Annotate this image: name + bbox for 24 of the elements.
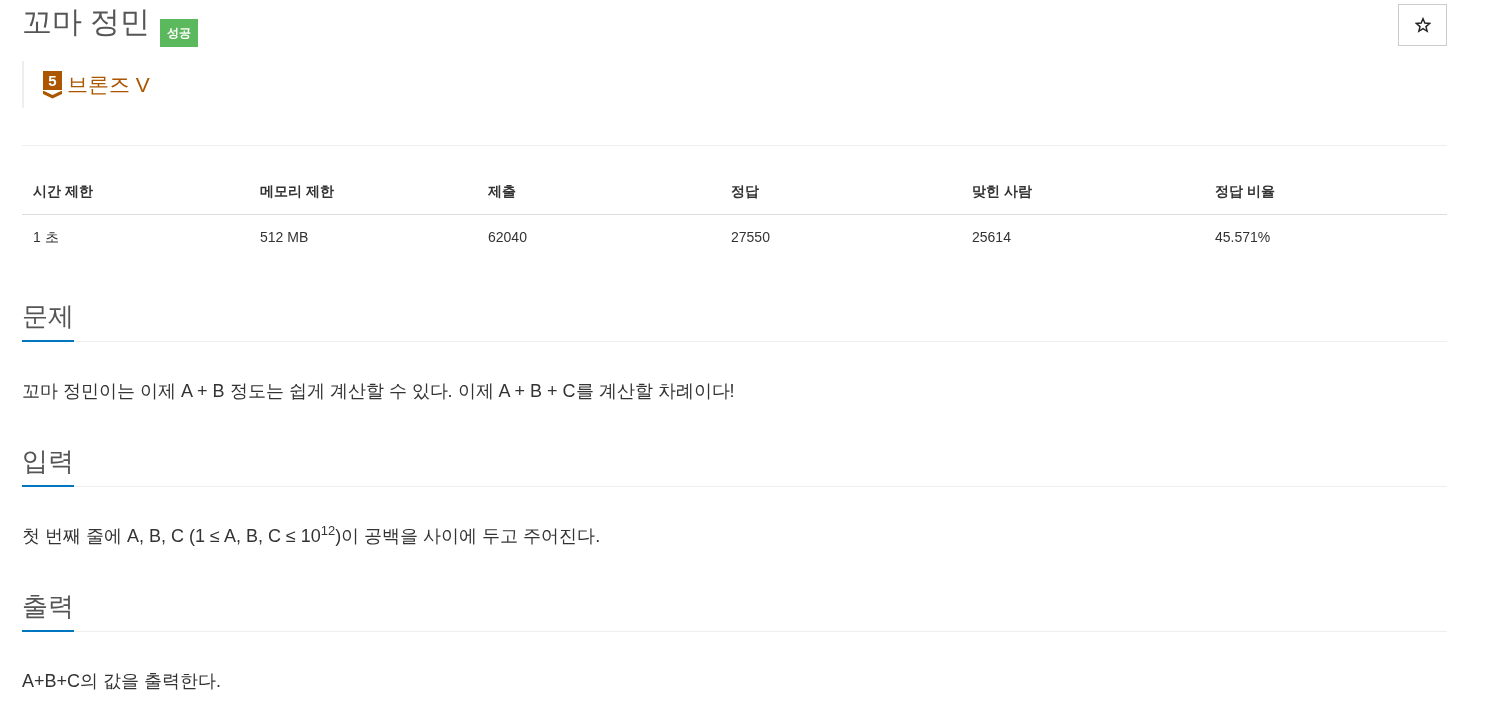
tier-name: 브론즈 V [67,71,150,98]
column-header: 맞힌 사람 [961,168,1204,215]
star-icon [1414,17,1431,33]
section-text: 첫 번째 줄에 A, B, C (1 ≤ A, B, C ≤ 10$^{12}$)이 공백을 사이에 두고 주어진다. [22,523,602,548]
column-header: 시간 제한 [22,168,249,215]
problem-title: 꼬마 정민 [22,4,151,40]
table-cell: 1 초 [22,214,249,260]
table-cell: 512 MB [249,214,477,260]
section-heading: 문제 [22,298,74,342]
table-cell: 45.571% [1204,214,1447,260]
column-header: 메모리 제한 [249,168,477,215]
column-header: 정답 비율 [1204,168,1447,215]
section-text: A+B+C의 값을 출력한다. [22,670,223,693]
tier-badge: 5 [43,70,62,99]
column-header: 제출 [477,168,720,215]
table-cell: 62040 [477,214,720,260]
section-text: 꼬마 정민이는 이제 A + B 정도는 쉽게 계산할 수 있다. 이제 A + B + C를 계산할 차례이다! [22,380,736,403]
section-heading: 출력 [22,588,74,632]
table-cell: 25614 [961,214,1204,260]
favorite-button[interactable] [1398,4,1447,46]
column-header: 정답 [720,168,961,215]
result-label: 성공 [160,19,199,47]
section-heading: 입력 [22,443,74,487]
table-cell: 27550 [720,214,961,260]
